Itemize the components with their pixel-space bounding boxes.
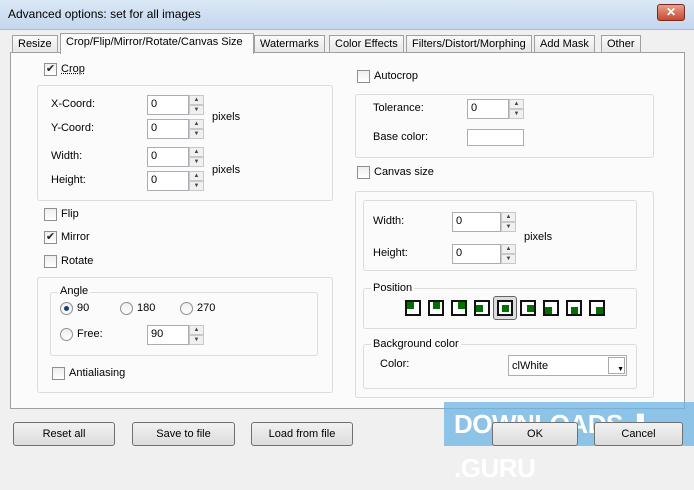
- mirror-label: Mirror: [61, 231, 90, 243]
- coord-units: pixels: [212, 111, 241, 123]
- angle-270-label: 270: [197, 302, 216, 314]
- canvas-width-label: Width:: [373, 215, 405, 227]
- position-bottom-left[interactable]: [543, 300, 559, 316]
- rotate-label: Rotate: [61, 255, 94, 267]
- free-angle-spinner[interactable]: ▲ ▼: [189, 325, 204, 345]
- antialiasing-checkbox[interactable]: [52, 367, 65, 380]
- dropdown-arrow-icon[interactable]: ▼: [608, 357, 625, 374]
- position-title: Position: [371, 282, 415, 294]
- color-label: Color:: [380, 358, 410, 370]
- crop-label: Crop: [61, 63, 85, 75]
- y-coord-label: Y-Coord:: [51, 122, 95, 134]
- base-color-swatch[interactable]: [467, 129, 524, 146]
- position-bottom-center[interactable]: [566, 300, 582, 316]
- size-units: pixels: [212, 164, 241, 176]
- position-bottom-right[interactable]: [589, 300, 605, 316]
- tab-add-mask[interactable]: Add Mask: [534, 35, 595, 53]
- angle-180-label: 180: [137, 302, 156, 314]
- color-value: clWhite: [512, 360, 549, 372]
- angle-180-radio[interactable]: [120, 302, 133, 315]
- y-coord-spinner[interactable]: ▲ ▼: [189, 119, 204, 139]
- crop-height-input[interactable]: 0: [147, 171, 189, 191]
- angle-free-radio[interactable]: [60, 328, 73, 341]
- angle-270-radio[interactable]: [180, 302, 193, 315]
- crop-height-label: Height:: [51, 174, 86, 186]
- rotate-checkbox[interactable]: [44, 255, 57, 268]
- canvas-height-label: Height:: [373, 247, 408, 259]
- tolerance-input[interactable]: 0: [467, 99, 509, 119]
- angle-90-radio[interactable]: [60, 302, 73, 315]
- canvas-height-input[interactable]: 0: [452, 244, 501, 264]
- autocrop-checkbox[interactable]: [357, 70, 370, 83]
- free-angle-input[interactable]: 90: [147, 325, 189, 345]
- canvas-height-spinner[interactable]: ▲ ▼: [501, 244, 516, 264]
- close-button[interactable]: ✕: [657, 4, 685, 21]
- position-middle-left[interactable]: [474, 300, 490, 316]
- canvas-size-label: Canvas size: [374, 166, 434, 178]
- crop-width-spinner[interactable]: ▲ ▼: [189, 147, 204, 167]
- antialiasing-label: Antialiasing: [69, 367, 126, 379]
- background-color-title: Background color: [371, 338, 461, 350]
- angle-title: Angle: [58, 285, 91, 297]
- crop-width-label: Width:: [51, 150, 83, 162]
- y-coord-input[interactable]: 0: [147, 119, 189, 139]
- x-coord-spinner[interactable]: ▲ ▼: [189, 95, 204, 115]
- crop-checkbox[interactable]: ✔: [44, 63, 57, 76]
- canvas-width-spinner[interactable]: ▲ ▼: [501, 212, 516, 232]
- tolerance-label: Tolerance:: [373, 102, 424, 114]
- color-combobox[interactable]: clWhite ▼: [508, 355, 627, 376]
- tolerance-spinner[interactable]: ▲ ▼: [509, 99, 524, 119]
- angle-free-label: Free:: [77, 328, 103, 340]
- x-coord-label: X-Coord:: [51, 98, 96, 110]
- x-coord-input[interactable]: 0: [147, 95, 189, 115]
- tab-resize[interactable]: Resize: [12, 35, 58, 53]
- position-center[interactable]: [497, 300, 513, 316]
- mirror-checkbox[interactable]: ✔: [44, 231, 57, 244]
- crop-height-spinner[interactable]: ▲ ▼: [189, 171, 204, 191]
- window-title: Advanced options: set for all images: [8, 7, 201, 21]
- flip-checkbox[interactable]: [44, 208, 57, 221]
- canvas-size-checkbox[interactable]: [357, 166, 370, 179]
- autocrop-label: Autocrop: [374, 70, 419, 82]
- reset-all-button[interactable]: Reset all: [13, 422, 115, 446]
- tab-filters[interactable]: Filters/Distort/Morphing: [406, 35, 532, 53]
- position-middle-right[interactable]: [520, 300, 536, 316]
- crop-width-input[interactable]: 0: [147, 147, 189, 167]
- tab-other[interactable]: Other: [601, 35, 641, 53]
- tab-crop[interactable]: Crop/Flip/Mirror/Rotate/Canvas Size: [60, 33, 254, 54]
- ok-button[interactable]: OK: [492, 422, 578, 446]
- flip-label: Flip: [61, 208, 79, 220]
- tab-color-effects[interactable]: Color Effects: [329, 35, 404, 53]
- base-color-label: Base color:: [373, 131, 429, 143]
- position-top-right[interactable]: [451, 300, 467, 316]
- position-top-left[interactable]: [405, 300, 421, 316]
- load-from-file-button[interactable]: Load from file: [251, 422, 353, 446]
- tab-watermarks[interactable]: Watermarks: [254, 35, 325, 53]
- position-top-center[interactable]: [428, 300, 444, 316]
- angle-90-label: 90: [77, 302, 90, 314]
- canvas-width-input[interactable]: 0: [452, 212, 501, 232]
- save-to-file-button[interactable]: Save to file: [132, 422, 235, 446]
- canvas-units: pixels: [524, 231, 553, 243]
- cancel-button[interactable]: Cancel: [594, 422, 683, 446]
